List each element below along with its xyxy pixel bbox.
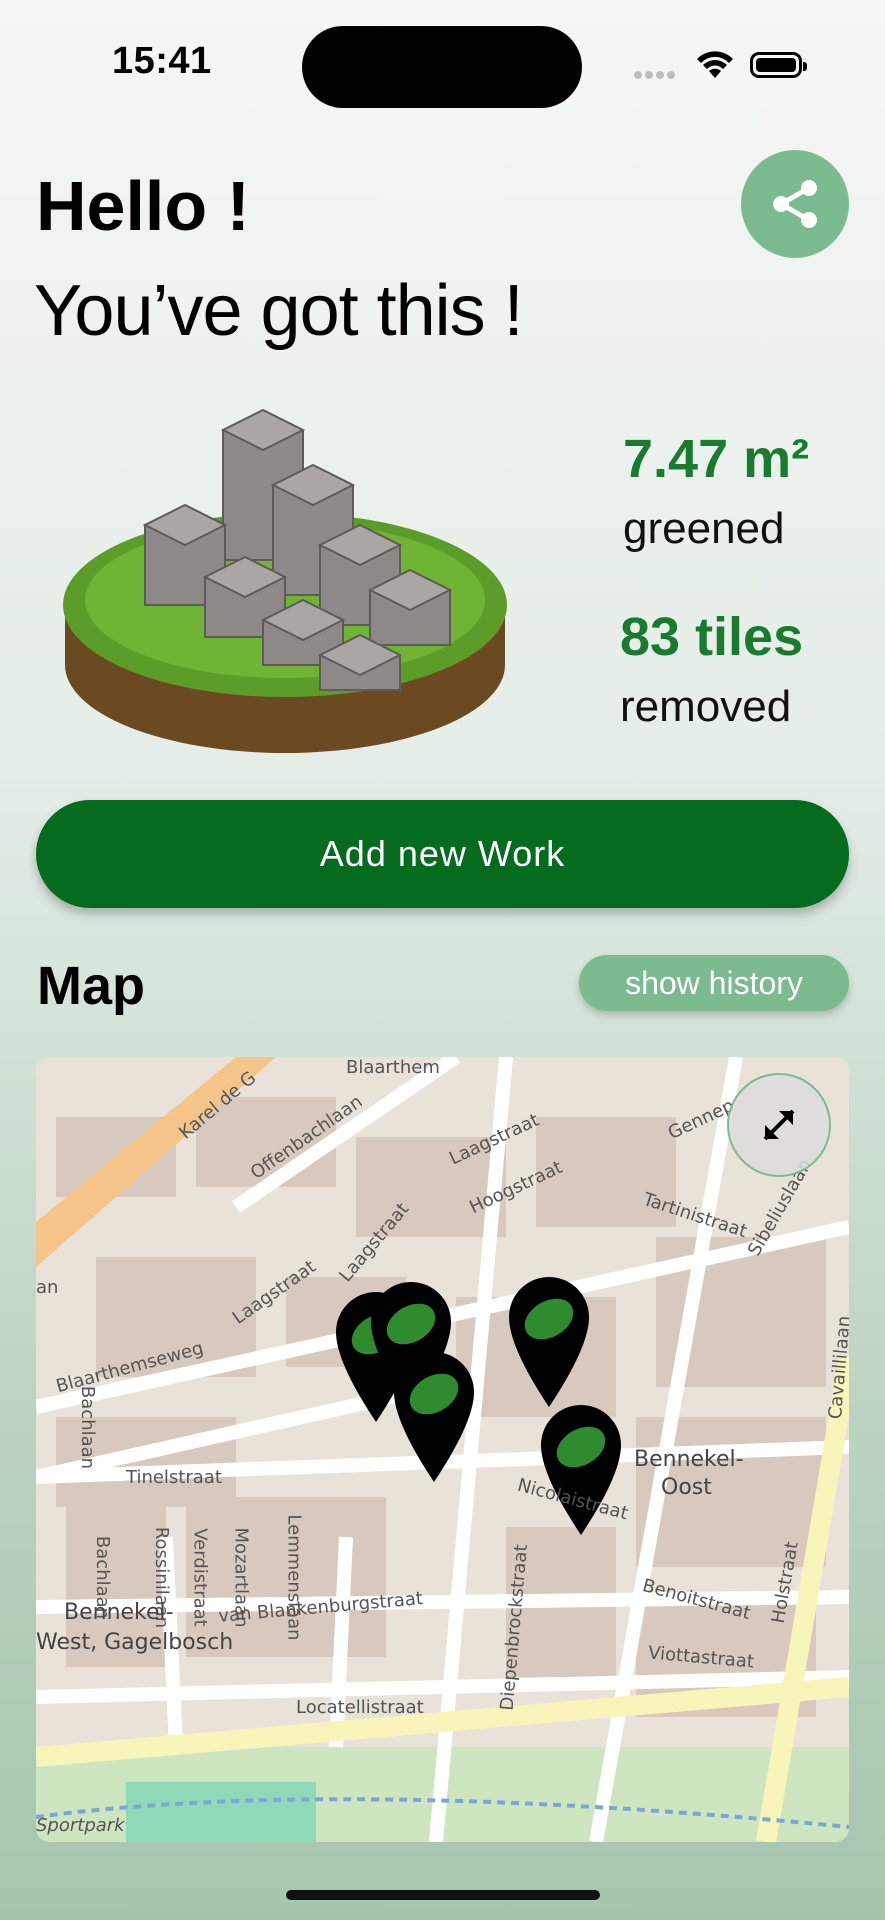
motivation-subtitle: You’ve got this ! xyxy=(34,271,524,351)
map-label: Locatellistraat xyxy=(296,1697,424,1718)
map-view[interactable]: Blaarthem Karel de G Offenbachlaan Laags… xyxy=(36,1057,849,1842)
share-icon xyxy=(773,180,817,228)
expand-map-button[interactable] xyxy=(727,1073,831,1177)
map-label: an xyxy=(36,1277,59,1298)
map-label: Oost xyxy=(661,1475,712,1500)
map-label: Blaarthem xyxy=(346,1057,440,1078)
home-indicator[interactable] xyxy=(286,1890,600,1900)
map-label: Sportpark xyxy=(36,1815,125,1836)
share-button[interactable] xyxy=(741,150,849,258)
signal-icon xyxy=(634,66,678,84)
map-label: Lemmenslaan xyxy=(283,1514,305,1641)
expand-icon xyxy=(763,1109,795,1141)
status-time: 15:41 xyxy=(112,40,212,82)
dynamic-island xyxy=(302,26,582,108)
battery-icon xyxy=(750,52,807,78)
map-label: Verdistraat xyxy=(189,1528,211,1627)
map-label: West, Gagelbosch xyxy=(36,1630,234,1655)
map-label: Bennekel- xyxy=(64,1600,174,1625)
map-label: Tinelstraat xyxy=(126,1467,222,1488)
greened-label: greened xyxy=(623,504,785,553)
map-title: Map xyxy=(37,956,145,1016)
map-label: Bachlaan xyxy=(77,1385,99,1470)
greeting-title: Hello ! xyxy=(36,167,250,245)
tiles-value: 83 tiles xyxy=(620,607,804,667)
wifi-icon xyxy=(695,50,735,85)
greened-value: 7.47 m² xyxy=(623,429,810,489)
map-label: Bennekel- xyxy=(634,1447,744,1472)
garden-illustration xyxy=(55,395,515,765)
show-history-button[interactable]: show history xyxy=(579,955,849,1011)
tiles-label: removed xyxy=(620,682,792,731)
add-new-work-button[interactable]: Add new Work xyxy=(36,800,849,908)
